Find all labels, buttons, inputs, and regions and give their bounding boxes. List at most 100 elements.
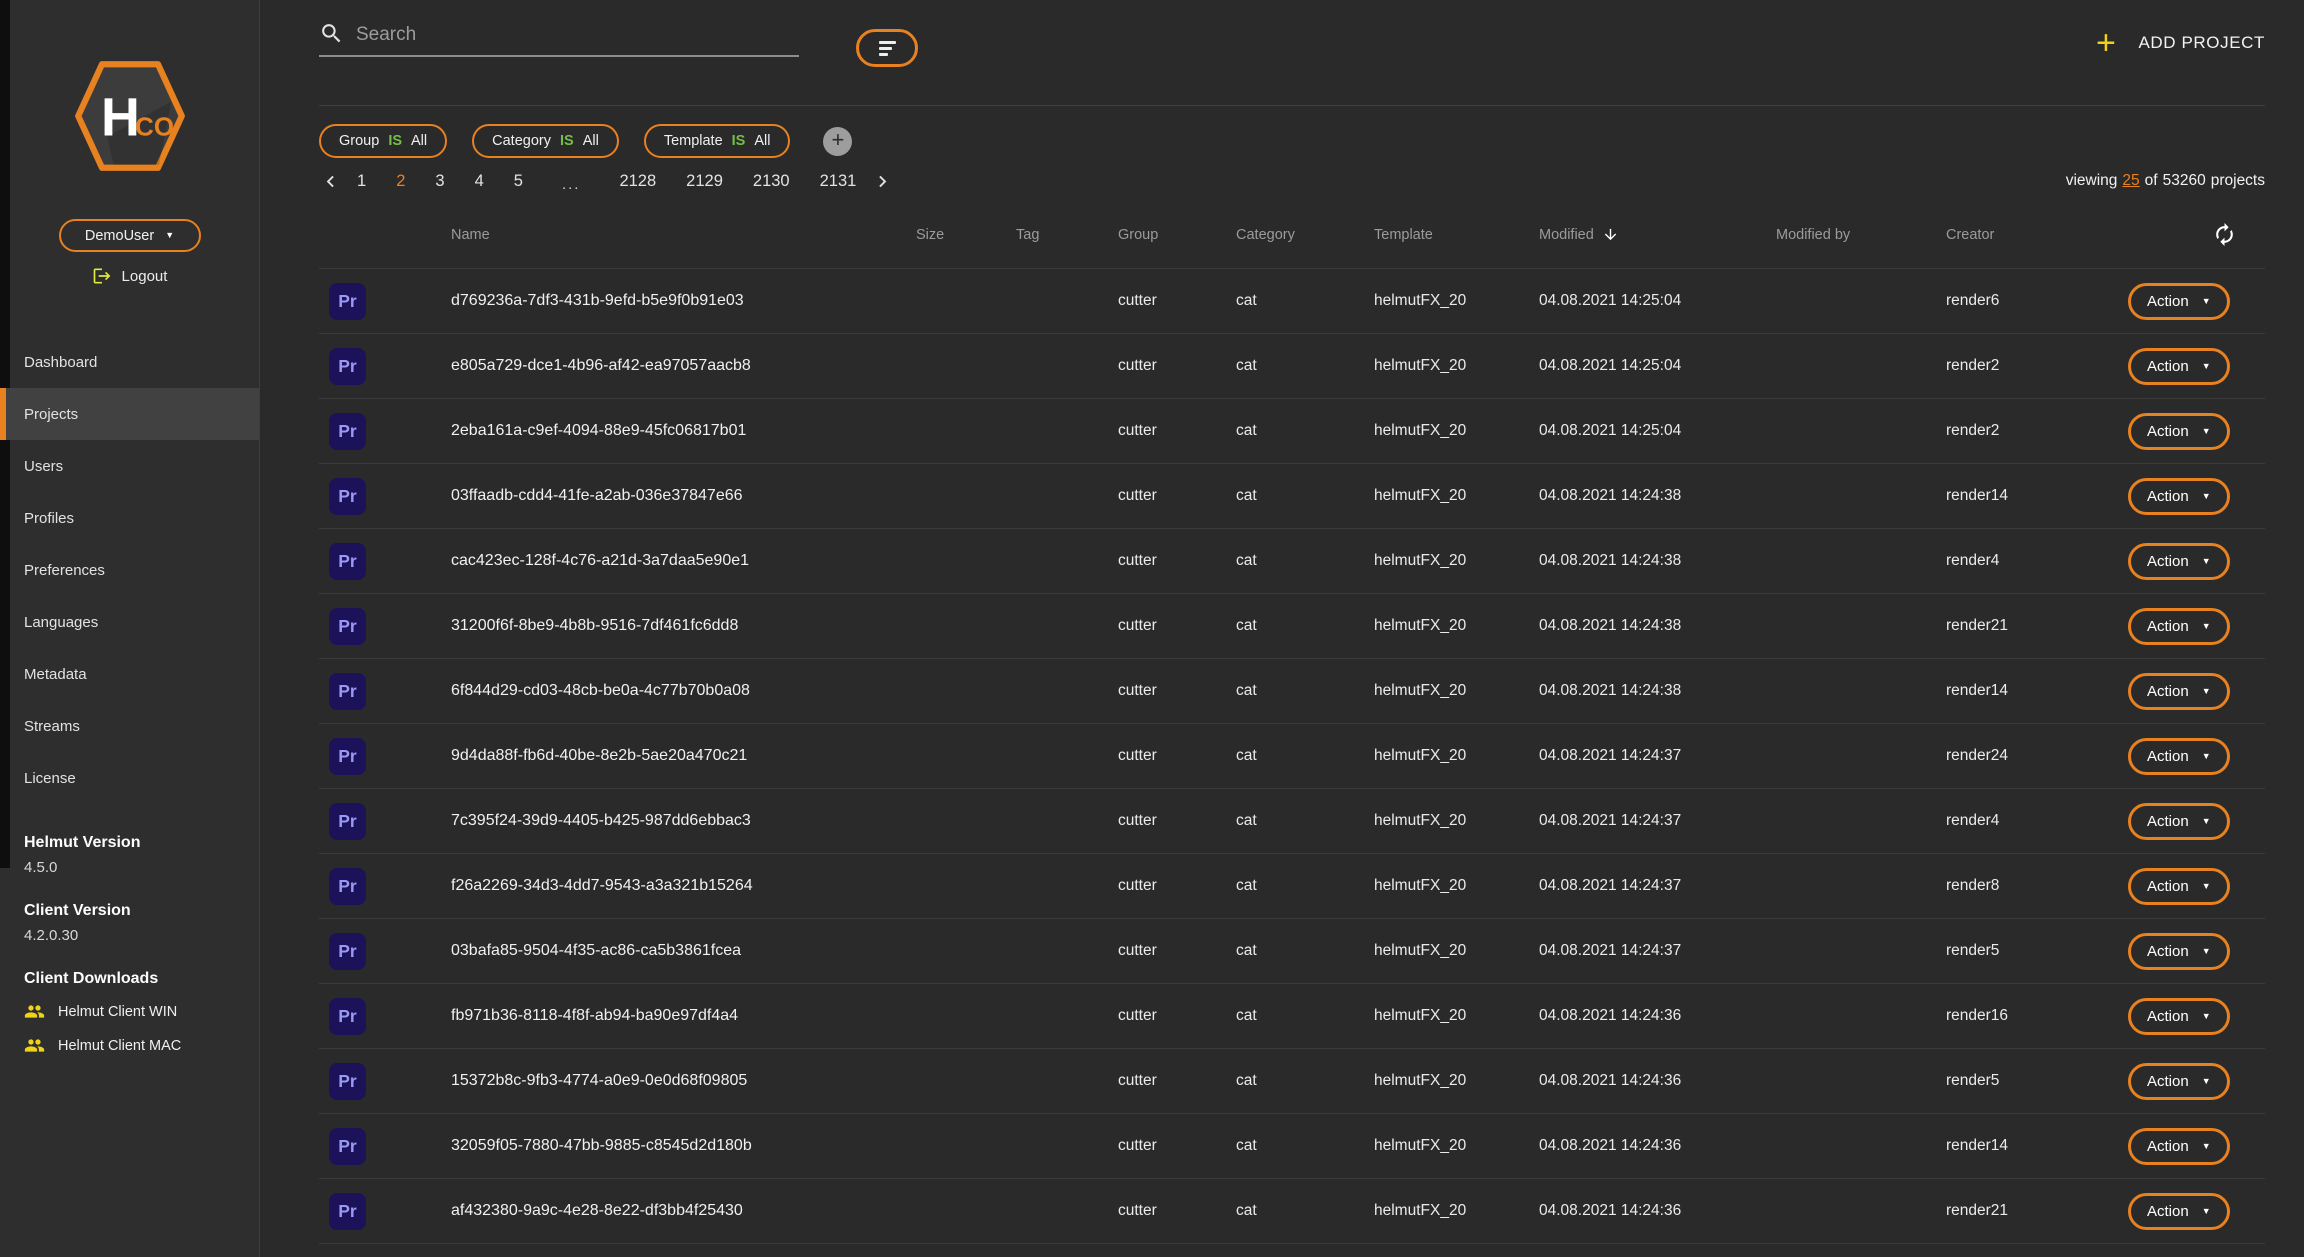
pagination-page[interactable]: 2131 <box>820 172 857 191</box>
premiere-icon: Pr <box>329 1063 366 1100</box>
search-sort-button[interactable] <box>856 29 918 67</box>
pagination-page[interactable]: 2130 <box>753 172 790 191</box>
table-row[interactable]: Pr 03ffaadb-cdd4-41fe-a2ab-036e37847e66 … <box>319 464 2265 529</box>
pagination-page[interactable]: 1 <box>357 172 366 191</box>
previous-page-button[interactable] <box>319 170 342 193</box>
action-button[interactable]: Action ▼ <box>2128 738 2230 775</box>
sidebar-nav-item[interactable]: Preferences <box>0 544 259 596</box>
sidebar-nav-item[interactable]: Dashboard <box>0 336 259 388</box>
header-creator[interactable]: Creator <box>1934 227 2114 243</box>
client-download-link[interactable]: Helmut Client MAC <box>24 1035 181 1056</box>
add-filter-button[interactable]: + <box>823 127 852 156</box>
header-name[interactable]: Name <box>439 227 904 243</box>
sidebar-nav-item[interactable]: Users <box>0 440 259 492</box>
logout-button[interactable]: Logout <box>92 266 168 286</box>
caret-down-icon: ▼ <box>2202 1207 2211 1216</box>
topbar: + ADD PROJECT <box>319 0 2265 106</box>
pagination-row: 1 2 3 4 5 ... 2128 2129 2130 <box>319 165 2265 197</box>
cell-modified: 04.08.2021 14:24:38 <box>1527 617 1764 635</box>
premiere-icon: Pr <box>329 283 366 320</box>
viewing-count[interactable]: 25 <box>2122 172 2139 190</box>
header-group[interactable]: Group <box>1106 227 1224 243</box>
action-button[interactable]: Action ▼ <box>2128 608 2230 645</box>
header-size[interactable]: Size <box>904 227 1004 243</box>
header-template[interactable]: Template <box>1362 227 1527 243</box>
action-button[interactable]: Action ▼ <box>2128 478 2230 515</box>
action-button[interactable]: Action ▼ <box>2128 933 2230 970</box>
action-button[interactable]: Action ▼ <box>2128 673 2230 710</box>
header-tag[interactable]: Tag <box>1004 227 1106 243</box>
pagination-page[interactable]: 3 <box>435 172 444 191</box>
chip-operator: IS <box>388 133 402 149</box>
action-button[interactable]: Action ▼ <box>2128 543 2230 580</box>
table-row[interactable]: Pr 9d4da88f-fb6d-40be-8e2b-5ae20a470c21 … <box>319 724 2265 789</box>
action-button[interactable]: Action ▼ <box>2128 283 2230 320</box>
table-row[interactable]: Pr 32059f05-7880-47bb-9885-c8545d2d180b … <box>319 1114 2265 1179</box>
action-label: Action <box>2147 813 2189 830</box>
table-row[interactable]: Pr cac423ec-128f-4c76-a21d-3a7daa5e90e1 … <box>319 529 2265 594</box>
chevron-right-icon <box>871 170 894 193</box>
next-page-button[interactable] <box>871 170 894 193</box>
sidebar-nav-item[interactable]: Metadata <box>0 648 259 700</box>
table-row[interactable]: Pr af432380-9a9c-4e28-8e22-df3bb4f25430 … <box>319 1179 2265 1244</box>
action-button[interactable]: Action ▼ <box>2128 998 2230 1035</box>
table-row[interactable]: Pr 6f844d29-cd03-48cb-be0a-4c77b70b0a08 … <box>319 659 2265 724</box>
action-label: Action <box>2147 878 2189 895</box>
table-row[interactable]: Pr 15372b8c-9fb3-4774-a0e9-0e0d68f09805 … <box>319 1049 2265 1114</box>
filter-chip[interactable]: Category IS All <box>472 124 619 158</box>
action-button[interactable]: Action ▼ <box>2128 348 2230 385</box>
action-button[interactable]: Action ▼ <box>2128 803 2230 840</box>
sidebar-nav-item[interactable]: License <box>0 752 259 804</box>
action-label: Action <box>2147 488 2189 505</box>
cell-template: helmutFX_20 <box>1362 1072 1527 1090</box>
pagination-page[interactable]: 4 <box>475 172 484 191</box>
cell-name: 03bafa85-9504-4f35-ac86-ca5b3861fcea <box>439 942 904 960</box>
action-button[interactable]: Action ▼ <box>2128 413 2230 450</box>
cell-modified: 04.08.2021 14:24:36 <box>1527 1137 1764 1155</box>
sidebar-nav-item[interactable]: Streams <box>0 700 259 752</box>
helmut-version-value: 4.5.0 <box>24 859 259 876</box>
premiere-icon: Pr <box>329 738 366 775</box>
table-row[interactable]: Pr 31200f6f-8be9-4b8b-9516-7df461fc6dd8 … <box>319 594 2265 659</box>
add-project-button[interactable]: + ADD PROJECT <box>2096 30 2265 56</box>
table-row[interactable]: Pr fb971b36-8118-4f8f-ab94-ba90e97df4a4 … <box>319 984 2265 1049</box>
sidebar-nav-item[interactable]: Projects <box>0 388 259 440</box>
cell-modified: 04.08.2021 14:25:04 <box>1527 292 1764 310</box>
table-row[interactable]: Pr d769236a-7df3-431b-9efd-b5e9f0b91e03 … <box>319 269 2265 334</box>
nav-item-label: Projects <box>24 406 78 423</box>
cell-template: helmutFX_20 <box>1362 1137 1527 1155</box>
header-modified[interactable]: Modified <box>1527 226 1764 243</box>
user-menu-button[interactable]: DemoUser ▼ <box>59 219 201 252</box>
premiere-icon: Pr <box>329 413 366 450</box>
client-download-link[interactable]: Helmut Client WIN <box>24 1001 177 1022</box>
action-button[interactable]: Action ▼ <box>2128 1063 2230 1100</box>
action-button[interactable]: Action ▼ <box>2128 1193 2230 1230</box>
table-row[interactable]: Pr 2eba161a-c9ef-4094-88e9-45fc06817b01 … <box>319 399 2265 464</box>
filter-chip[interactable]: Group IS All <box>319 124 447 158</box>
filter-chip[interactable]: Template IS All <box>644 124 791 158</box>
search-input[interactable] <box>356 24 799 46</box>
table-row[interactable]: Pr f26a2269-34d3-4dd7-9543-a3a321b15264 … <box>319 854 2265 919</box>
cell-action: Action ▼ <box>2114 608 2265 645</box>
action-button[interactable]: Action ▼ <box>2128 868 2230 905</box>
projects-table: Name Size Tag Group Category Template Mo… <box>319 201 2265 1244</box>
refresh-button[interactable] <box>2212 222 2237 247</box>
table-row[interactable]: Pr 7c395f24-39d9-4405-b425-987dd6ebbac3 … <box>319 789 2265 854</box>
cell-creator: render4 <box>1934 812 2114 830</box>
pagination-page[interactable]: ... <box>562 176 581 193</box>
cell-group: cutter <box>1106 942 1224 960</box>
pagination-page[interactable]: 5 <box>514 172 523 191</box>
sidebar-nav-item[interactable]: Languages <box>0 596 259 648</box>
cell-action: Action ▼ <box>2114 1128 2265 1165</box>
pagination-page[interactable]: 2129 <box>686 172 723 191</box>
cell-group: cutter <box>1106 617 1224 635</box>
table-row[interactable]: Pr e805a729-dce1-4b96-af42-ea97057aacb8 … <box>319 334 2265 399</box>
sidebar-nav-item[interactable]: Profiles <box>0 492 259 544</box>
header-modified-by[interactable]: Modified by <box>1764 227 1934 243</box>
header-category[interactable]: Category <box>1224 227 1362 243</box>
action-button[interactable]: Action ▼ <box>2128 1128 2230 1165</box>
table-row[interactable]: Pr 03bafa85-9504-4f35-ac86-ca5b3861fcea … <box>319 919 2265 984</box>
pagination-page[interactable]: 2 <box>396 172 405 191</box>
pagination-page[interactable]: 2128 <box>619 172 656 191</box>
cell-category: cat <box>1224 487 1362 505</box>
